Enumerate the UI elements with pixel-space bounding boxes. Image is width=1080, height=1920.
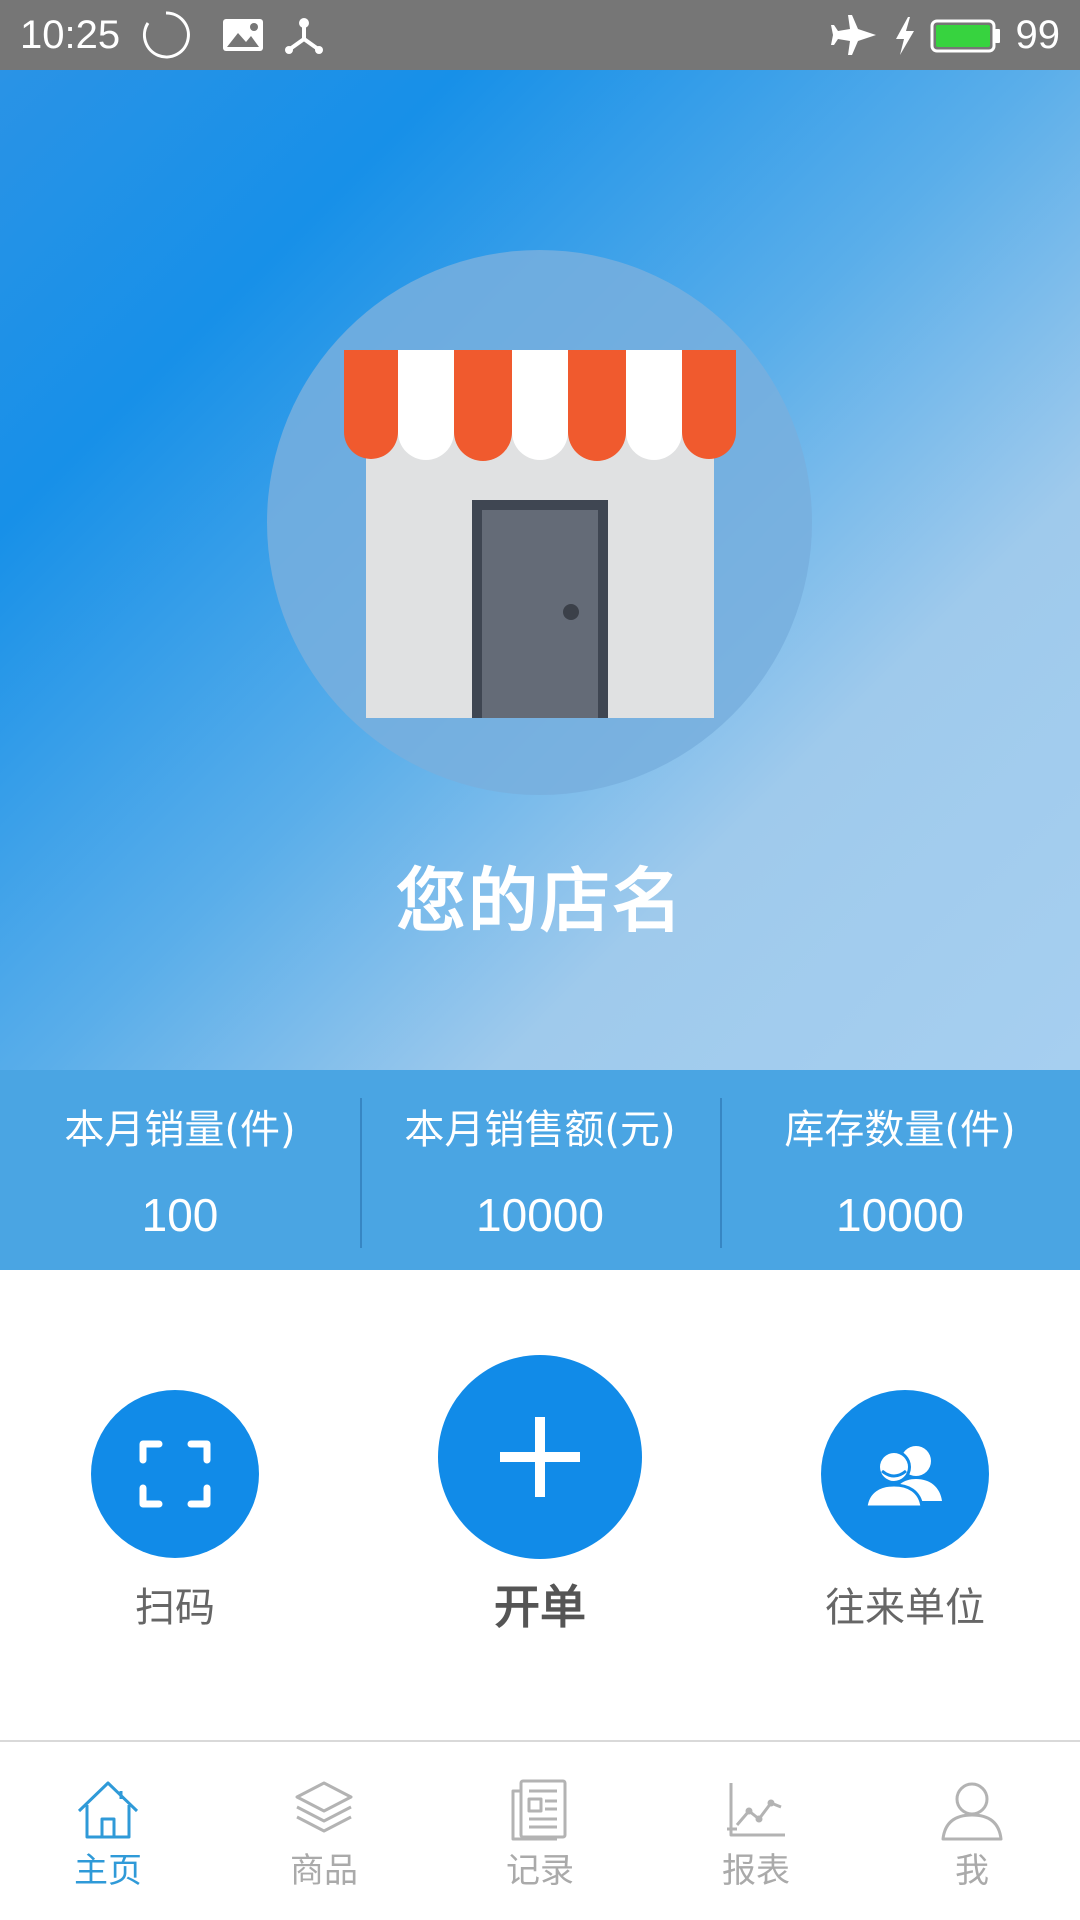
home-screen: 10:25 99 您的店名 本月销量(件) 100 本月销售额(元) 10000… [0, 0, 1080, 1920]
stat-monthly-sales-qty[interactable]: 本月销量(件) 100 [0, 1070, 360, 1270]
image-notification-icon [223, 19, 263, 51]
layers-icon [295, 1781, 353, 1833]
stat-value: 10000 [836, 1189, 964, 1241]
stat-value: 100 [141, 1189, 219, 1241]
stat-label: 本月销售额(元) [404, 1107, 676, 1153]
nav-label: 我 [955, 1851, 989, 1891]
stat-label: 库存数量(件) [784, 1107, 1016, 1153]
stat-value: 10000 [476, 1189, 604, 1241]
nav-item-records[interactable]: 记录 [432, 1742, 648, 1920]
usb-icon [285, 18, 323, 54]
battery-level: 99 [1015, 13, 1061, 57]
contacts-icon [864, 1446, 942, 1509]
new-order-label: 开单 [494, 1580, 586, 1634]
stats-bar: 本月销量(件) 100 本月销售额(元) 10000 库存数量(件) 10000 [0, 1070, 1080, 1270]
nav-item-reports[interactable]: 报表 [648, 1742, 864, 1920]
nav-label: 记录 [506, 1851, 574, 1891]
status-bar: 10:25 99 [0, 0, 1080, 70]
status-time: 10:25 [20, 13, 121, 57]
storefront-icon [344, 350, 736, 718]
stat-label: 本月销量(件) [64, 1107, 296, 1153]
home-icon [77, 1781, 139, 1839]
partners-button[interactable]: 往来单位 [790, 1390, 1020, 1636]
bottom-navigation: 主页 商品 记录 报表 我 [0, 1740, 1080, 1920]
stat-monthly-sales-amount[interactable]: 本月销售额(元) 10000 [360, 1070, 720, 1270]
battery-icon [930, 19, 1000, 53]
new-order-button-circle[interactable] [438, 1355, 642, 1559]
nav-label: 主页 [74, 1851, 142, 1891]
airplane-mode-icon [831, 15, 876, 55]
scan-icon [139, 1440, 211, 1508]
charging-icon [896, 17, 914, 55]
nav-item-products[interactable]: 商品 [216, 1742, 432, 1920]
plus-icon [500, 1417, 580, 1497]
store-header: 您的店名 [0, 70, 1080, 1070]
scan-button-circle[interactable] [91, 1390, 259, 1558]
scan-label: 扫码 [135, 1585, 215, 1631]
loading-circle-icon [142, 11, 190, 59]
scan-button[interactable]: 扫码 [60, 1390, 290, 1636]
document-icon [511, 1779, 567, 1841]
new-order-button[interactable]: 开单 [410, 1355, 670, 1635]
chart-icon [727, 1783, 785, 1837]
nav-item-home[interactable]: 主页 [0, 1742, 216, 1920]
stat-inventory-qty[interactable]: 库存数量(件) 10000 [720, 1070, 1080, 1270]
nav-label: 商品 [290, 1851, 358, 1891]
nav-label: 报表 [722, 1851, 790, 1891]
partners-button-circle[interactable] [821, 1390, 989, 1558]
user-icon [941, 1782, 1003, 1841]
partners-label: 往来单位 [825, 1585, 985, 1631]
nav-item-me[interactable]: 我 [864, 1742, 1080, 1920]
store-name: 您的店名 [396, 860, 684, 942]
